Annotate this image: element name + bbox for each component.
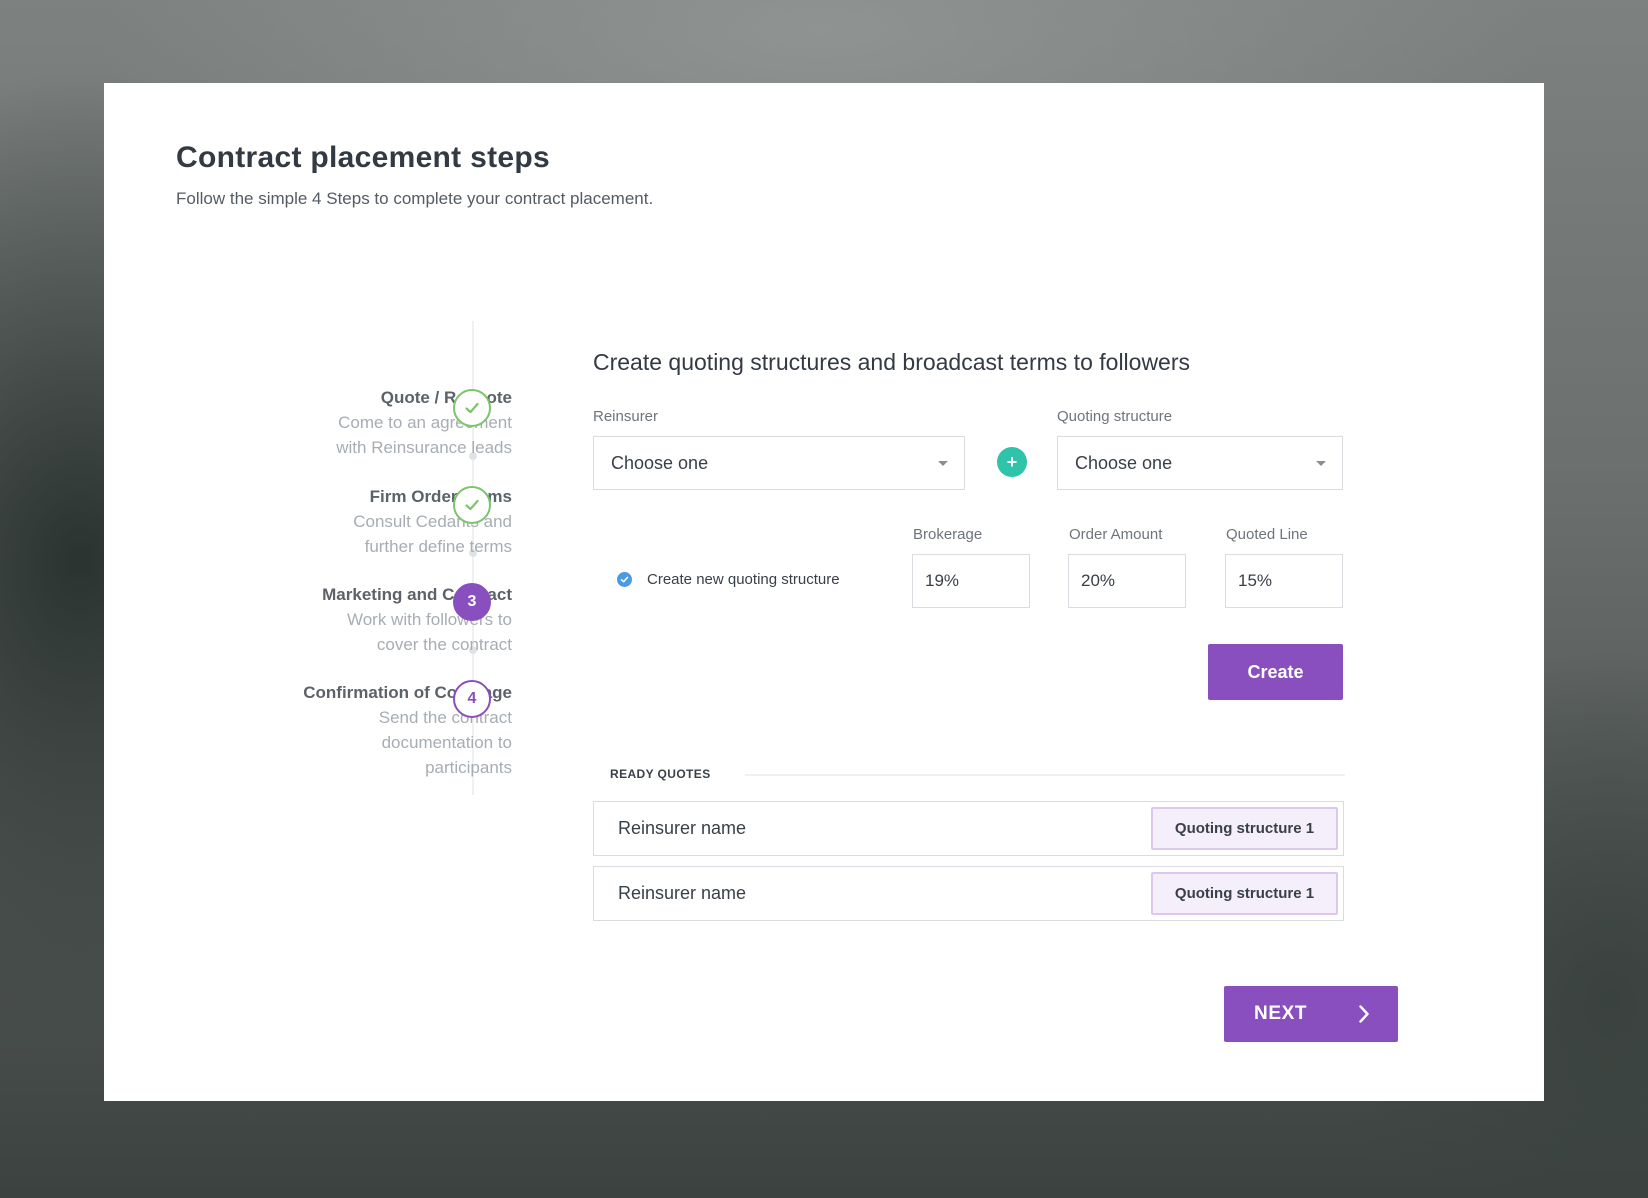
chevron-right-icon [1359, 1005, 1369, 1023]
reinsurer-name: Reinsurer name [618, 883, 747, 903]
quoting-structure-tag[interactable]: Quoting structure 1 [1151, 872, 1338, 915]
order-amount-label: Order Amount [1069, 526, 1163, 543]
step-description: with Reinsurance leads [336, 438, 512, 457]
check-icon [465, 402, 479, 414]
check-icon [620, 576, 629, 583]
ready-quotes-divider [745, 774, 1345, 776]
reinsurer-select[interactable]: Choose one [593, 436, 965, 490]
step-2-check-icon[interactable] [453, 486, 491, 524]
ready-quote-row[interactable]: Reinsurer name Quoting structure 1 [593, 801, 1344, 856]
quoted-line-label: Quoted Line [1226, 526, 1308, 543]
new-structure-radio[interactable] [617, 572, 632, 587]
create-button[interactable]: Create [1208, 644, 1343, 700]
page-subtitle: Follow the simple 4 Steps to complete yo… [176, 189, 654, 208]
step-4-marker[interactable]: 4 [453, 680, 491, 718]
step-description: cover the contract [376, 635, 512, 654]
step-1-check-icon[interactable] [453, 389, 491, 427]
reinsurer-name: Reinsurer name [618, 818, 747, 838]
ready-quote-row[interactable]: Reinsurer name Quoting structure 1 [593, 866, 1344, 921]
section-title: Create quoting structures and broadcast … [593, 349, 1191, 375]
next-button[interactable]: NEXT [1224, 986, 1398, 1042]
step-description: documentation to [381, 733, 512, 752]
order-amount-input[interactable]: 20% [1068, 554, 1186, 608]
page-title: Contract placement steps [176, 141, 550, 174]
brokerage-input[interactable]: 19% [912, 554, 1030, 608]
reinsurer-select-value: Choose one [611, 452, 709, 473]
quoting-structure-label: Quoting structure [1057, 408, 1173, 425]
quoting-structure-select-value: Choose one [1075, 452, 1173, 473]
ready-quotes-heading: READY QUOTES [610, 767, 711, 781]
caret-down-icon [1316, 461, 1326, 466]
placement-card: Contract placement steps Follow the simp… [104, 83, 1544, 1101]
caret-down-icon [938, 461, 948, 466]
quoting-structure-select[interactable]: Choose one [1057, 436, 1343, 490]
new-structure-label[interactable]: Create new quoting structure [647, 571, 840, 588]
brokerage-label: Brokerage [913, 526, 983, 543]
reinsurer-label: Reinsurer [593, 408, 659, 425]
next-button-label: NEXT [1254, 1003, 1308, 1024]
step-description: further define terms [364, 537, 512, 556]
quoted-line-input[interactable]: 15% [1225, 554, 1343, 608]
quoting-structure-tag[interactable]: Quoting structure 1 [1151, 807, 1338, 850]
step-3-marker[interactable]: 3 [453, 583, 491, 621]
check-icon [465, 499, 479, 511]
add-reinsurer-button[interactable]: + [997, 447, 1027, 477]
step-description: participants [425, 758, 512, 777]
